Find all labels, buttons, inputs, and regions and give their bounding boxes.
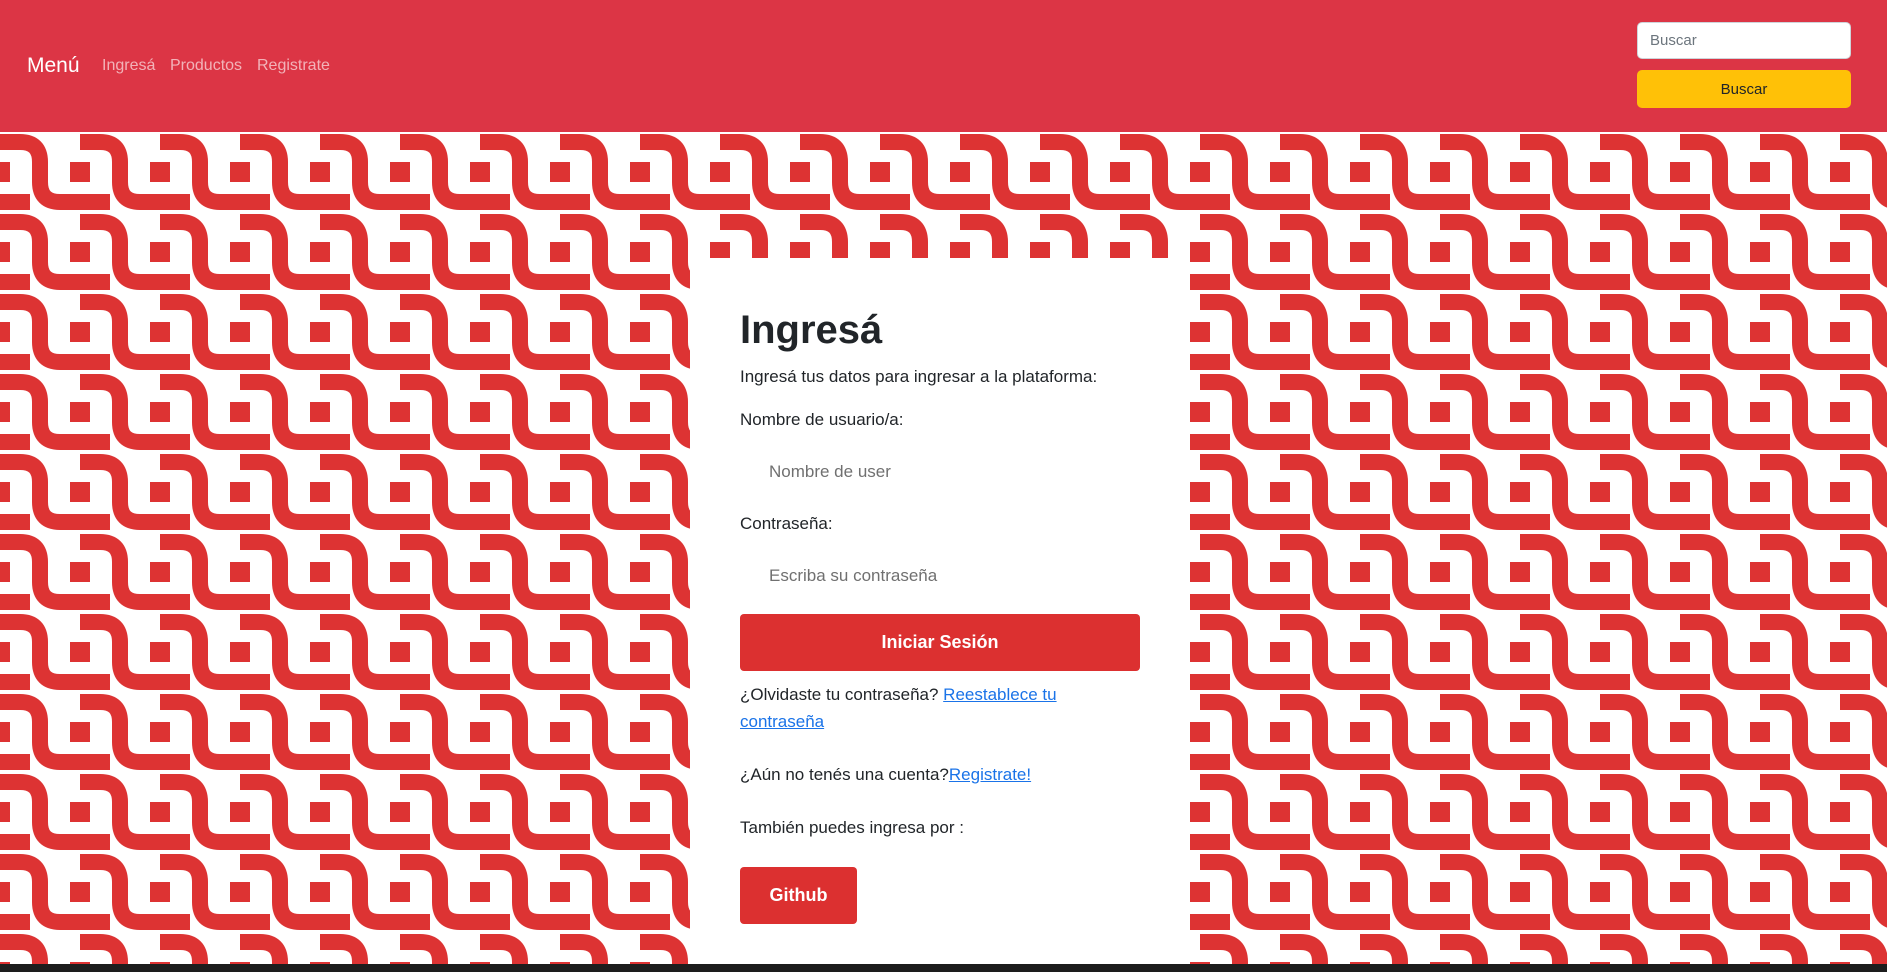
reset-password-link-continued[interactable]: contraseña [740,712,824,731]
github-login-button[interactable]: Github [740,867,857,924]
top-navbar: Menú Ingresá Productos Registrate Buscar [0,0,1887,132]
navbar-brand-menu[interactable]: Menú [27,53,80,79]
forgot-password-text: ¿Olvidaste tu contraseña? [740,685,944,704]
register-link[interactable]: Registrate! [949,765,1031,784]
no-account-text: ¿Aún no tenés una cuenta? [740,765,949,784]
password-label: Contraseña: [740,514,833,533]
reset-password-link[interactable]: Reestablece tu [943,685,1056,704]
nav-link-ingresa[interactable]: Ingresá [102,56,155,76]
bottom-strip [0,964,1887,972]
nav-link-productos[interactable]: Productos [170,56,242,76]
password-input[interactable] [740,555,1140,597]
login-title: Ingresá [740,308,883,352]
forgot-password-line: ¿Olvidaste tu contraseña? Reestablece tu [740,682,1057,708]
search-button[interactable]: Buscar [1637,70,1851,108]
username-label: Nombre de usuario/a: [740,410,904,429]
search-input[interactable] [1637,22,1851,59]
forgot-password-line-2: contraseña [740,709,824,735]
no-account-line: ¿Aún no tenés una cuenta?Registrate! [740,762,1031,788]
login-subtitle: Ingresá tus datos para ingresar a la pla… [740,367,1098,386]
username-input[interactable] [740,451,1140,493]
page: Menú Ingresá Productos Registrate Buscar [0,0,1887,972]
alt-login-text: También puedes ingresa por : [740,818,964,837]
login-submit-button[interactable]: Iniciar Sesión [740,614,1140,671]
nav-link-registrate[interactable]: Registrate [257,56,330,76]
